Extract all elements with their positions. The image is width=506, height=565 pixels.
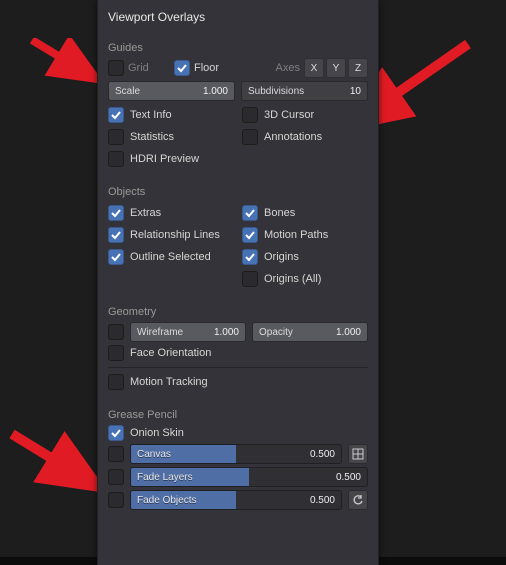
statistics-checkbox[interactable]	[108, 129, 124, 145]
viewport-overlays-panel: Viewport Overlays Guides Grid Floor Axes…	[97, 0, 379, 565]
axis-z-button[interactable]: Z	[348, 58, 368, 78]
motion-paths-checkbox[interactable]	[242, 227, 258, 243]
floor-label: Floor	[194, 62, 219, 74]
annotations-checkbox[interactable]	[242, 129, 258, 145]
grid-checkbox[interactable]	[108, 60, 124, 76]
floor-checkbox[interactable]	[174, 60, 190, 76]
fade-objects-checkbox[interactable]	[108, 492, 124, 508]
axis-x-button[interactable]: X	[304, 58, 324, 78]
canvas-grid-icon[interactable]	[348, 444, 368, 464]
outline-selected-checkbox[interactable]	[108, 249, 124, 265]
grease-pencil-header: Grease Pencil	[108, 409, 368, 421]
text-info-label: Text Info	[130, 109, 172, 121]
fade-objects-slider[interactable]: Fade Objects 0.500	[130, 490, 342, 510]
statistics-label: Statistics	[130, 131, 174, 143]
bones-checkbox[interactable]	[242, 205, 258, 221]
motion-tracking-checkbox[interactable]	[108, 374, 124, 390]
scale-field[interactable]: Scale 1.000	[108, 81, 235, 101]
fade-objects-refresh-icon[interactable]	[348, 490, 368, 510]
canvas-checkbox[interactable]	[108, 446, 124, 462]
relationship-lines-label: Relationship Lines	[130, 229, 220, 241]
face-orientation-label: Face Orientation	[130, 347, 211, 359]
guides-header: Guides	[108, 42, 368, 54]
canvas-slider[interactable]: Canvas 0.500	[130, 444, 342, 464]
fade-layers-checkbox[interactable]	[108, 469, 124, 485]
opacity-field[interactable]: Opacity 1.000	[252, 322, 368, 342]
cursor3d-label: 3D Cursor	[264, 109, 314, 121]
hdri-preview-checkbox[interactable]	[108, 151, 124, 167]
axes-label: Axes	[276, 62, 300, 74]
origins-label: Origins	[264, 251, 299, 263]
relationship-lines-checkbox[interactable]	[108, 227, 124, 243]
cursor3d-checkbox[interactable]	[242, 107, 258, 123]
motion-tracking-label: Motion Tracking	[130, 376, 208, 388]
onion-skin-checkbox[interactable]	[108, 425, 124, 441]
annotations-label: Annotations	[264, 131, 322, 143]
origins-all-label: Origins (All)	[264, 273, 321, 285]
panel-title: Viewport Overlays	[98, 0, 378, 28]
motion-paths-label: Motion Paths	[264, 229, 328, 241]
origins-all-checkbox[interactable]	[242, 271, 258, 287]
hdri-preview-label: HDRI Preview	[130, 153, 199, 165]
wireframe-checkbox[interactable]	[108, 324, 124, 340]
geometry-header: Geometry	[108, 306, 368, 318]
extras-label: Extras	[130, 207, 161, 219]
objects-header: Objects	[108, 186, 368, 198]
face-orientation-checkbox[interactable]	[108, 345, 124, 361]
bones-label: Bones	[264, 207, 295, 219]
wireframe-field[interactable]: Wireframe 1.000	[130, 322, 246, 342]
outline-selected-label: Outline Selected	[130, 251, 211, 263]
onion-skin-label: Onion Skin	[130, 427, 184, 439]
grid-label: Grid	[128, 62, 149, 74]
fade-layers-slider[interactable]: Fade Layers 0.500	[130, 467, 368, 487]
origins-checkbox[interactable]	[242, 249, 258, 265]
axis-y-button[interactable]: Y	[326, 58, 346, 78]
extras-checkbox[interactable]	[108, 205, 124, 221]
text-info-checkbox[interactable]	[108, 107, 124, 123]
subdivisions-field[interactable]: Subdivisions 10	[241, 81, 368, 101]
